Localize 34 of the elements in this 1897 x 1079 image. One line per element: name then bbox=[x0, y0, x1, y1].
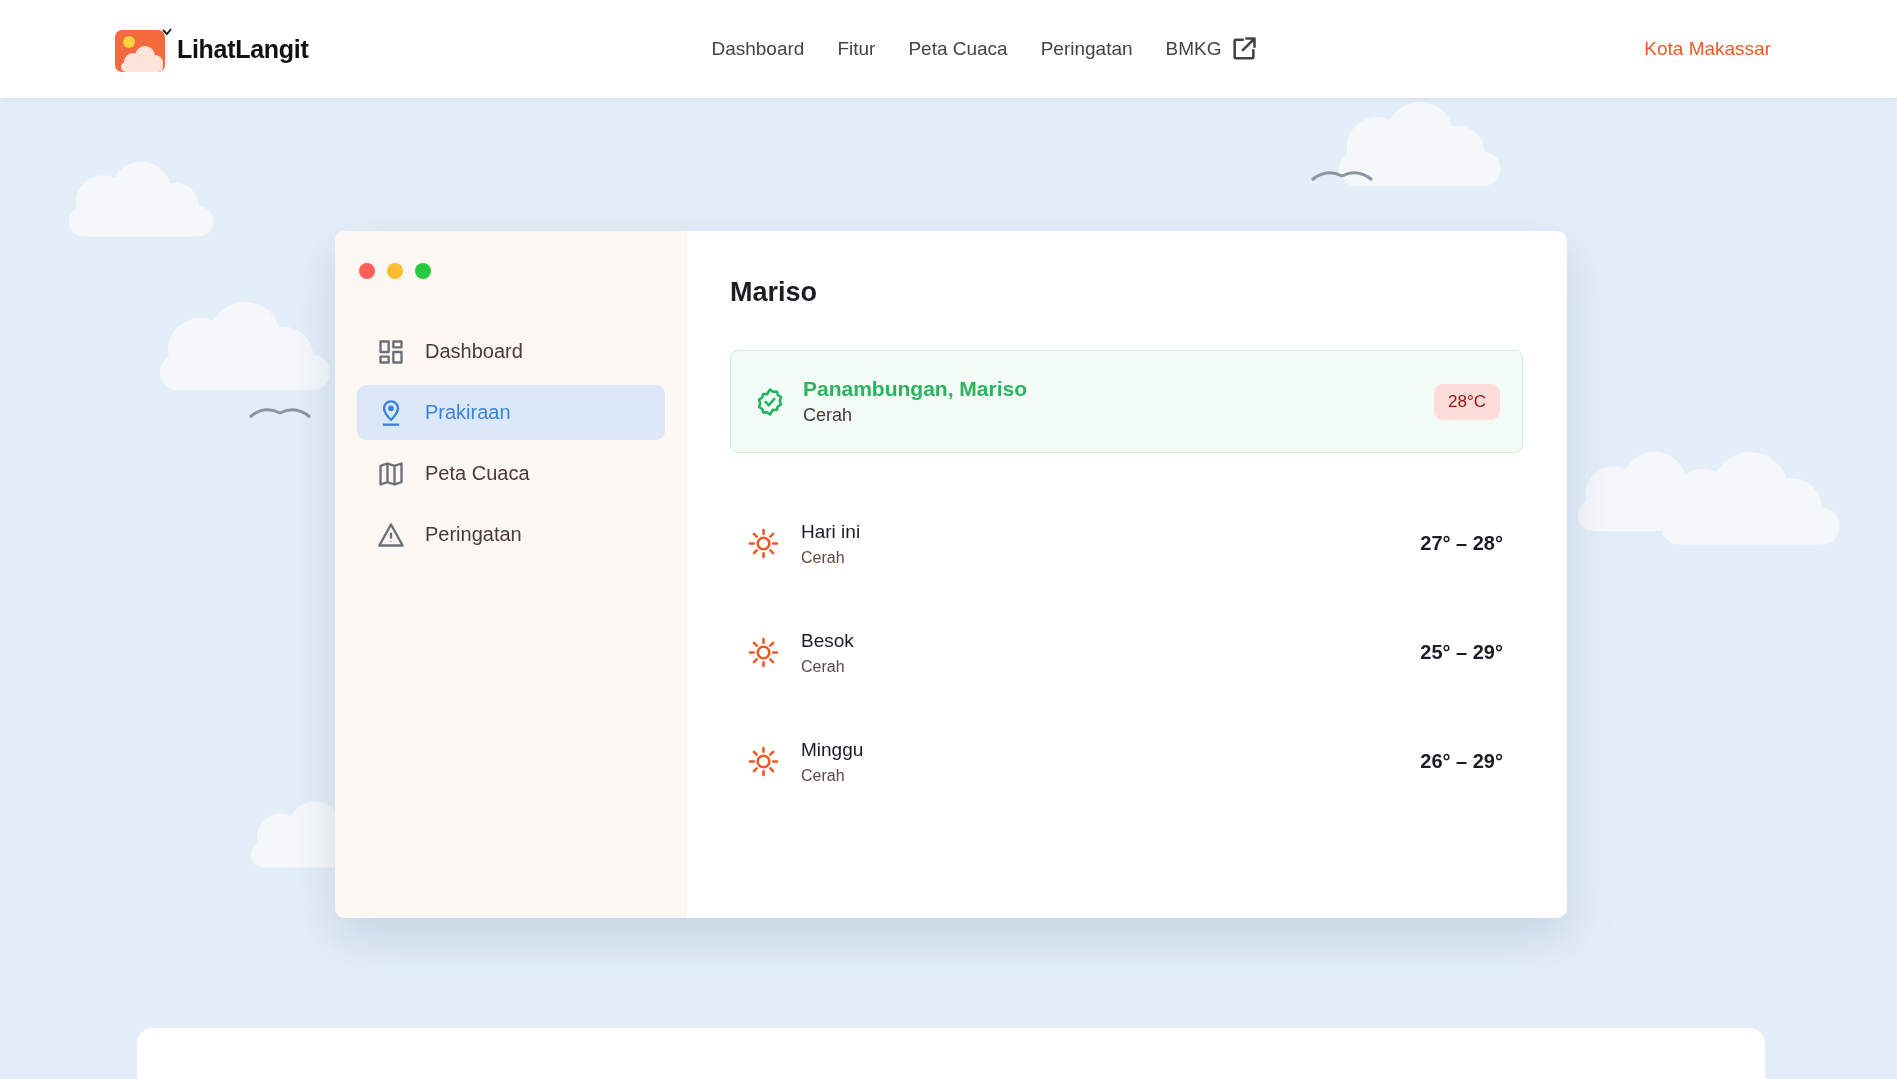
temperature-range: 26° – 29° bbox=[1420, 750, 1503, 773]
nav-link[interactable]: Peringatan bbox=[1040, 35, 1133, 63]
verified-badge-icon bbox=[755, 386, 785, 417]
close-dot[interactable] bbox=[359, 263, 375, 279]
nav-link[interactable]: Peta Cuaca bbox=[908, 35, 1008, 63]
minimize-dot[interactable] bbox=[387, 263, 403, 279]
forecast-day: Besok bbox=[801, 629, 1421, 652]
weather-condition: Cerah bbox=[801, 766, 846, 785]
warning-icon bbox=[377, 520, 405, 549]
brand-name: LihatLangit bbox=[177, 34, 309, 64]
sun-icon bbox=[748, 528, 779, 559]
bird-icon bbox=[248, 405, 312, 419]
weather-condition: Cerah bbox=[801, 657, 846, 676]
location-name: Panambungan, Mariso bbox=[803, 377, 1029, 401]
weather-condition: Cerah bbox=[803, 405, 854, 426]
nav-link[interactable]: Dashboard bbox=[711, 35, 805, 63]
nav-link[interactable]: BMKG bbox=[1165, 35, 1258, 63]
temperature-badge: 28°C bbox=[1434, 383, 1500, 420]
location-title: Mariso bbox=[730, 277, 819, 308]
sun-icon bbox=[748, 637, 779, 668]
forecast-day: Hari ini bbox=[801, 520, 1421, 543]
bird-icon bbox=[1310, 168, 1374, 182]
weather-condition: Cerah bbox=[801, 548, 846, 567]
map-icon bbox=[377, 459, 405, 488]
temperature-range: 25° – 29° bbox=[1420, 641, 1503, 664]
nav-link[interactable]: Fitur bbox=[837, 35, 876, 63]
grid-icon bbox=[377, 337, 405, 366]
maximize-dot[interactable] bbox=[415, 263, 431, 279]
sidebar-item[interactable]: Dashboard bbox=[357, 324, 665, 379]
sun-icon bbox=[748, 746, 779, 777]
sidebar-item[interactable]: Peringatan bbox=[357, 507, 665, 562]
forecast-day: Minggu bbox=[801, 738, 1421, 761]
temperature-range: 27° – 28° bbox=[1420, 532, 1503, 555]
sidebar-item[interactable]: Peta Cuaca bbox=[357, 446, 665, 501]
